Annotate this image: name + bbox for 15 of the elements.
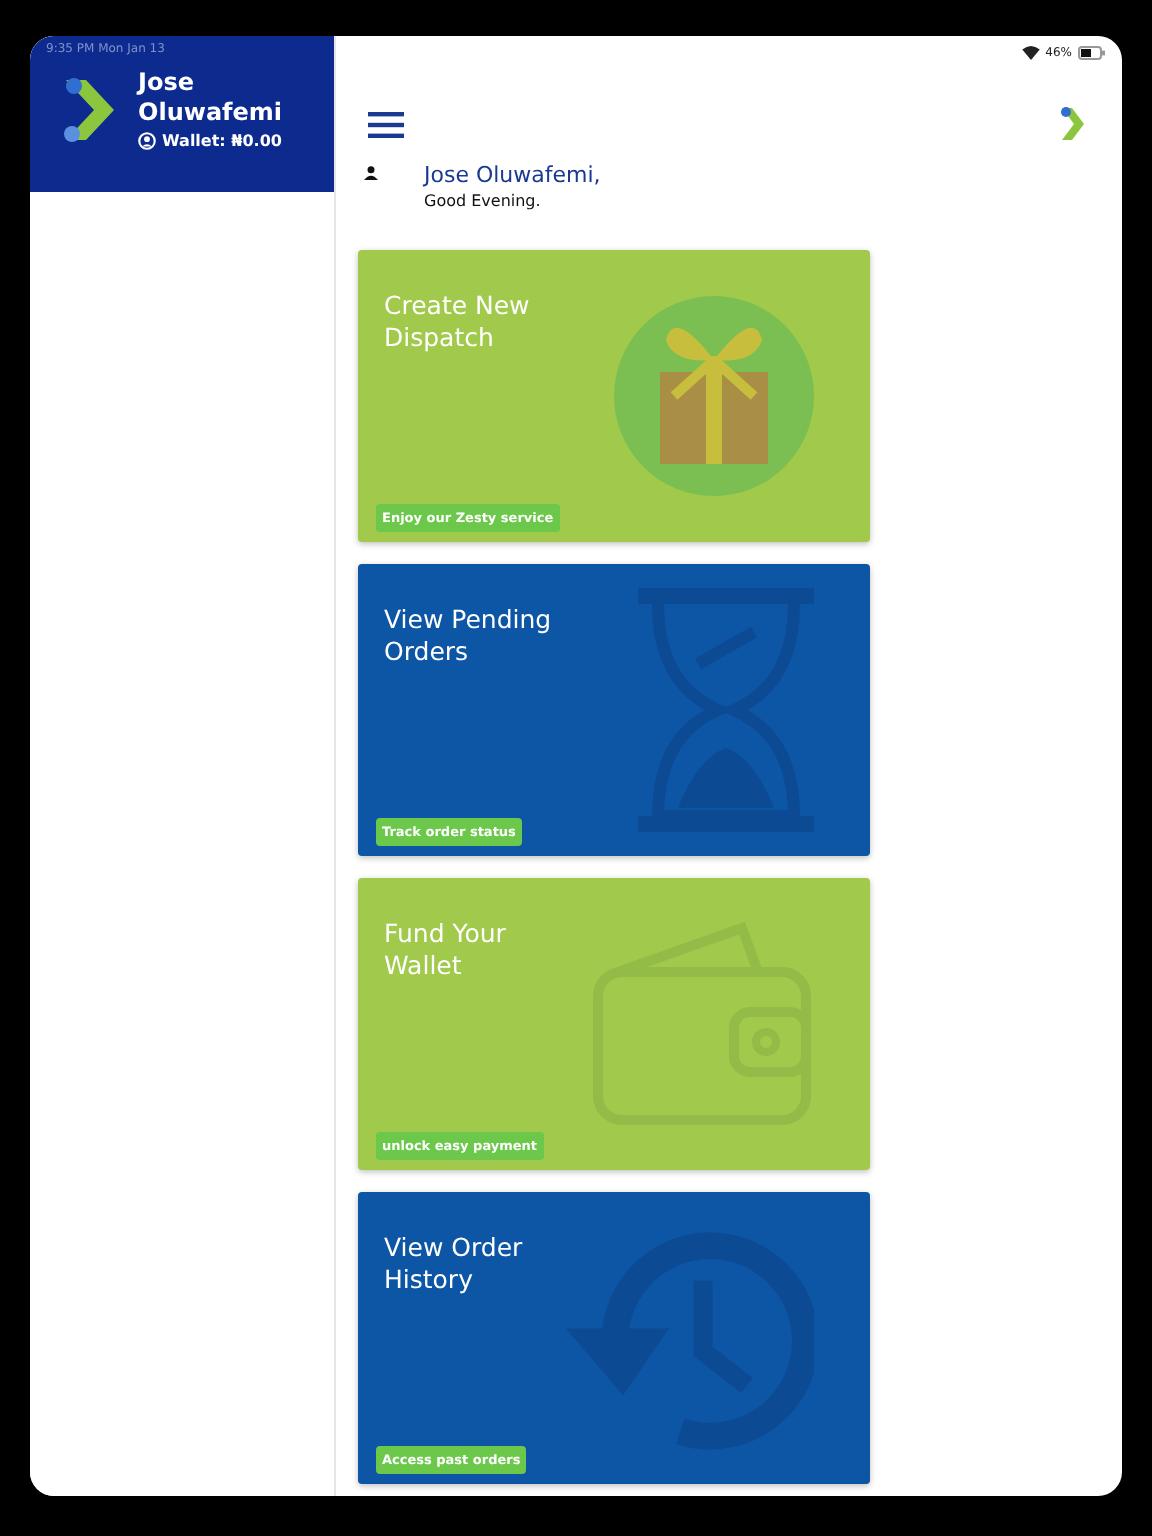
greeting-name: Jose Oluwafemi, <box>424 162 601 188</box>
person-icon <box>364 166 378 180</box>
user-icon <box>138 132 156 150</box>
battery-icon <box>1078 45 1106 59</box>
logo-icon <box>1058 104 1086 144</box>
card-title: View Order History <box>382 1232 525 1296</box>
greeting-message: Good Evening. <box>424 192 543 210</box>
gift-icon <box>614 296 814 496</box>
card-title: View Pending Orders <box>382 604 554 668</box>
user-name: Jose Oluwafemi <box>138 68 285 128</box>
wifi-icon <box>1021 45 1040 59</box>
card-title: Fund Your Wallet <box>382 918 508 982</box>
card-title: Create New Dispatch <box>382 290 532 354</box>
wallet-balance: Wallet: ₦0.00 <box>162 132 282 150</box>
menu-icon[interactable] <box>368 111 404 137</box>
